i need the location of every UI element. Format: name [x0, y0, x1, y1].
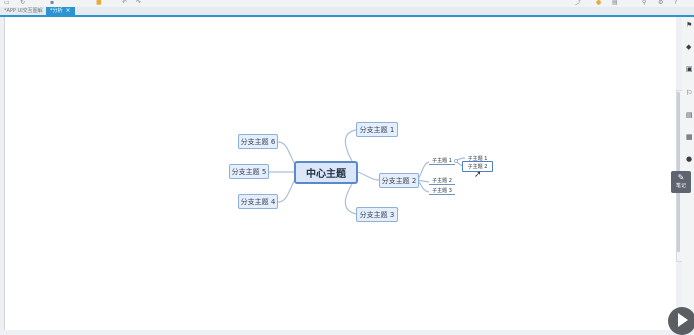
subtopic-1[interactable]: 子主题 1 [429, 157, 455, 165]
branch-topic-6[interactable]: 分支主题 6 [238, 134, 278, 149]
branch-topic-4[interactable]: 分支主题 4 [238, 194, 278, 209]
image-icon[interactable]: ▣ [686, 66, 694, 73]
pen-note-button[interactable]: ✎ 笔记 [671, 171, 691, 193]
branch-topic-2[interactable]: 分支主题 2 [379, 173, 419, 188]
marker-icon[interactable]: ◆ [686, 44, 694, 51]
pen-icon: ✎ [677, 173, 685, 182]
outline-icon[interactable]: ▦ [686, 134, 694, 141]
subtopic-3[interactable]: 子主题 3 [429, 187, 455, 195]
branch-topic-1[interactable]: 分支主题 1 [356, 122, 398, 137]
flag-icon[interactable]: ⚐ [686, 90, 694, 97]
comment-icon[interactable]: ● [686, 156, 694, 163]
play-button-icon[interactable] [668, 307, 694, 335]
mouse-cursor-icon: ➚ [474, 170, 482, 180]
note-icon[interactable]: ▤ [686, 112, 694, 119]
pen-note-label: 笔记 [675, 183, 686, 189]
central-topic[interactable]: 中心主题 [294, 161, 358, 184]
subtopic-2[interactable]: 子主题 2 [429, 177, 455, 185]
format-icon[interactable]: ⚑ [686, 22, 694, 29]
branch-topic-5[interactable]: 分支主题 5 [229, 164, 269, 179]
branch-topic-3[interactable]: 分支主题 3 [356, 207, 398, 222]
